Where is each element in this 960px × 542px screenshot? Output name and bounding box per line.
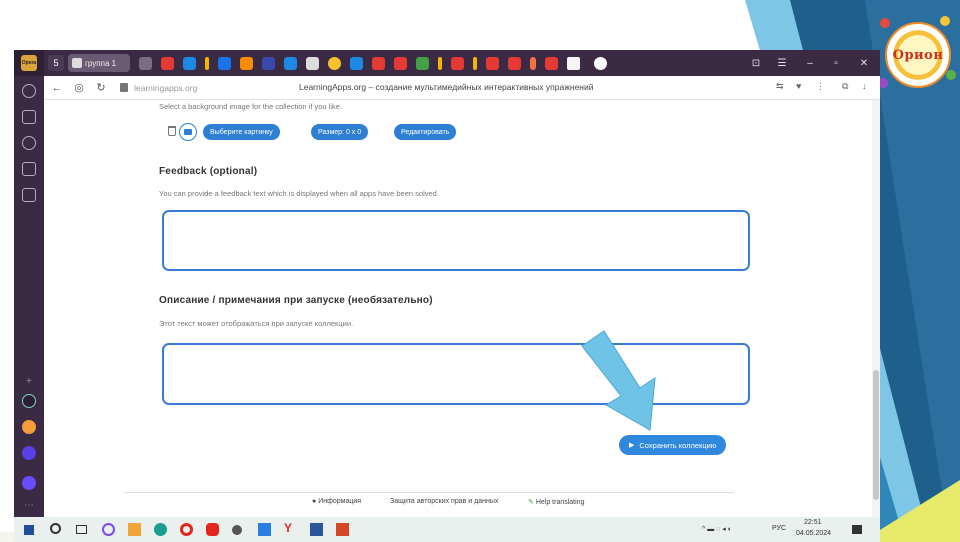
annotation-arrow [581, 330, 656, 431]
